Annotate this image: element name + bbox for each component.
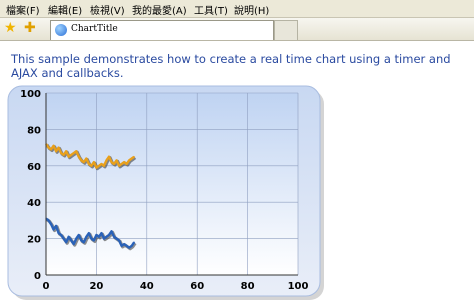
data-point bbox=[123, 161, 125, 163]
data-point bbox=[75, 238, 77, 240]
data-point bbox=[118, 165, 120, 167]
data-point bbox=[73, 243, 75, 245]
data-point bbox=[98, 165, 100, 167]
data-point bbox=[126, 245, 128, 247]
data-point bbox=[65, 150, 67, 152]
data-point bbox=[47, 219, 50, 221]
data-point bbox=[121, 245, 123, 247]
data-point bbox=[83, 161, 85, 163]
x-tick-label: 20 bbox=[89, 281, 103, 292]
data-point bbox=[133, 241, 135, 243]
data-point bbox=[68, 156, 70, 158]
data-point bbox=[65, 241, 67, 243]
data-point bbox=[108, 156, 110, 158]
data-point bbox=[63, 238, 65, 240]
data-point bbox=[52, 228, 55, 231]
data-point bbox=[75, 150, 77, 152]
data-point bbox=[78, 156, 80, 158]
data-point bbox=[50, 148, 52, 151]
x-tick-label: 60 bbox=[190, 281, 204, 292]
data-point bbox=[60, 152, 62, 154]
data-point bbox=[105, 159, 108, 161]
data-point bbox=[55, 150, 57, 152]
data-point bbox=[131, 157, 133, 160]
data-point bbox=[90, 165, 92, 167]
data-point bbox=[90, 238, 92, 240]
data-point bbox=[128, 159, 130, 161]
data-point bbox=[60, 234, 62, 236]
y-tick-label: 60 bbox=[27, 162, 41, 173]
data-point bbox=[88, 163, 90, 165]
data-point bbox=[83, 241, 85, 243]
data-point bbox=[113, 236, 115, 238]
y-tick-label: 0 bbox=[34, 271, 41, 282]
y-tick-label: 20 bbox=[27, 235, 41, 246]
y-tick-label: 100 bbox=[20, 89, 41, 100]
data-point bbox=[100, 163, 103, 165]
data-point bbox=[115, 159, 118, 161]
data-point bbox=[88, 232, 90, 234]
data-point bbox=[73, 152, 75, 154]
x-tick-label: 0 bbox=[43, 281, 50, 292]
data-point bbox=[47, 147, 50, 149]
data-point bbox=[58, 147, 60, 149]
y-tick-label: 80 bbox=[27, 125, 41, 136]
x-tick-label: 80 bbox=[241, 281, 255, 292]
data-point bbox=[63, 154, 65, 156]
data-point bbox=[55, 225, 57, 227]
realtime-chart: 0 20 40 60 80 100 0 20 40 60 80 100 bbox=[7, 85, 324, 300]
data-point bbox=[115, 238, 118, 240]
data-point bbox=[118, 239, 120, 242]
data-point bbox=[98, 236, 100, 238]
plot-area bbox=[46, 93, 298, 275]
data-point bbox=[70, 154, 72, 156]
data-point bbox=[68, 236, 70, 238]
data-point bbox=[50, 223, 52, 225]
data-point bbox=[52, 145, 55, 147]
data-point bbox=[78, 234, 80, 236]
data-point bbox=[100, 232, 103, 234]
data-point bbox=[105, 236, 108, 238]
data-point bbox=[108, 234, 110, 236]
data-point bbox=[80, 239, 82, 242]
data-point bbox=[95, 167, 97, 169]
data-point bbox=[103, 238, 105, 240]
data-point bbox=[126, 163, 128, 165]
data-point bbox=[128, 247, 130, 249]
data-point bbox=[110, 161, 113, 163]
data-point bbox=[103, 165, 105, 167]
data-point bbox=[113, 163, 115, 165]
data-point bbox=[80, 159, 82, 161]
data-point bbox=[133, 156, 135, 158]
data-point bbox=[93, 161, 95, 163]
data-point bbox=[58, 232, 60, 234]
data-point bbox=[85, 236, 87, 238]
x-tick-label: 40 bbox=[140, 281, 154, 292]
x-tick-label: 100 bbox=[288, 281, 309, 292]
data-point bbox=[85, 157, 87, 160]
data-point bbox=[93, 239, 95, 242]
data-point bbox=[95, 234, 97, 236]
y-tick-label: 40 bbox=[27, 198, 41, 209]
data-point bbox=[70, 239, 72, 242]
data-point bbox=[110, 230, 113, 232]
data-point bbox=[121, 163, 123, 165]
data-point bbox=[131, 245, 133, 247]
data-point bbox=[123, 243, 125, 245]
